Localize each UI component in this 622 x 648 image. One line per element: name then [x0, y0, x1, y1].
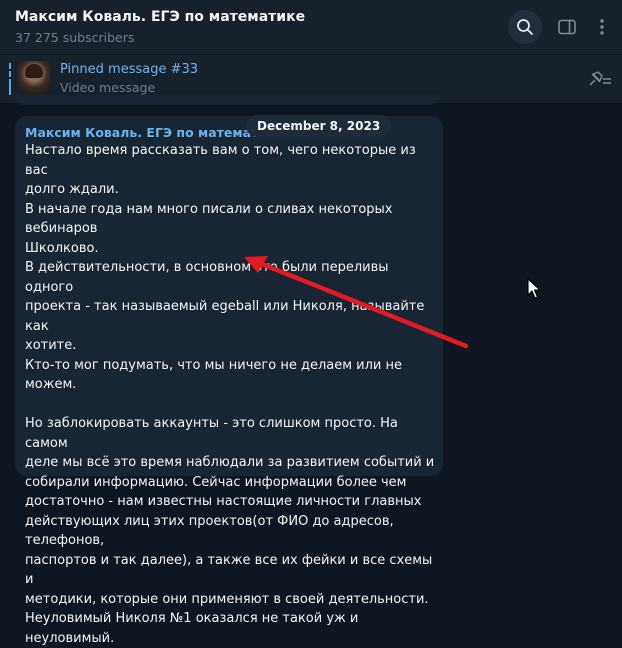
unpin-icon [589, 71, 611, 86]
more-options-button[interactable] [585, 10, 619, 44]
search-button[interactable] [508, 10, 542, 44]
message-line [25, 395, 435, 415]
message-line: методики, которые они применяют в своей … [25, 591, 429, 607]
video-thumbnail [18, 61, 50, 93]
message-line: хотите. [25, 338, 77, 353]
message-line: проекта - так называемый egeball или Ник… [25, 299, 425, 334]
pinned-title: Pinned message #33 [60, 62, 199, 77]
message-line: В начале года нам много писали о сливах … [25, 201, 393, 237]
message-line: Но заблокировать аккаунты - это слишком … [25, 416, 398, 451]
message-line: Кто-то мог подумать, что мы ничего не де… [25, 357, 402, 393]
unpin-button[interactable] [584, 67, 614, 91]
message-line: Неуловимый Николя №1 оказался не такой у… [25, 611, 359, 646]
message-line: Школково. [25, 240, 99, 256]
message-line: собирали информацию. Сейчас информации б… [25, 474, 407, 490]
subscriber-count: 37 275 subscribers [15, 30, 135, 45]
message-line: Настало время рассказать вам о том, чего… [25, 143, 416, 178]
chat-header[interactable]: Максим Коваль. ЕГЭ по математике 37 275 … [0, 0, 622, 55]
previous-message-bubble [15, 95, 440, 105]
message-line: достаточно - нам известны настоящие личн… [25, 494, 422, 509]
message-line: паспортов и так далее), а также все их ф… [25, 552, 433, 588]
search-icon [517, 19, 533, 35]
message-text: Настало время рассказать вам о том, чего… [25, 141, 435, 648]
message-line: действующих лиц этих проектов(от ФИО до … [25, 513, 394, 549]
date-badge: December 8, 2023 [246, 115, 392, 137]
sidebar-toggle-icon [558, 19, 576, 35]
mouse-cursor-icon [527, 278, 541, 299]
toggle-sidebar-button[interactable] [550, 10, 584, 44]
pinned-indicator [9, 63, 11, 95]
channel-name[interactable]: Максим Коваль. ЕГЭ по математике [15, 9, 305, 25]
more-vertical-icon [600, 19, 604, 35]
pinned-subtitle: Video message [60, 80, 156, 95]
message-line: В действительности, в основном это были … [25, 260, 389, 295]
message-line: долго ждали. [25, 182, 119, 197]
message-bubble[interactable]: Максим Коваль. ЕГЭ по математике Настало… [15, 116, 443, 646]
